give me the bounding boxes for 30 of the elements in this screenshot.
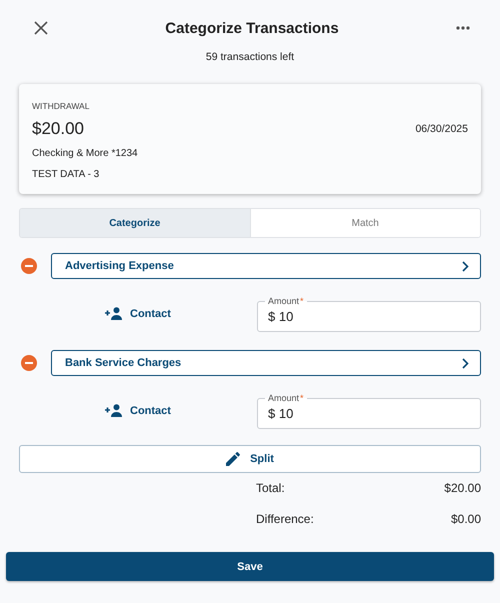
transaction-type: WITHDRAWAL [32, 101, 90, 111]
add-person-icon [105, 404, 124, 417]
total-label: Total: [256, 481, 285, 495]
contact-button[interactable]: Contact [105, 307, 171, 320]
total-label: Difference: [256, 512, 314, 526]
remove-icon[interactable] [21, 258, 37, 274]
total-value: $20.00 [444, 481, 481, 495]
pencil-icon [226, 452, 240, 466]
transaction-description: TEST DATA - 3 [32, 169, 100, 180]
tab[interactable]: Match [250, 209, 480, 237]
transaction-date: 06/30/2025 [415, 123, 468, 135]
category-select[interactable]: Advertising Expense [51, 253, 481, 279]
remove-icon[interactable] [21, 355, 37, 371]
chevron-icon [462, 260, 469, 272]
close-icon[interactable] [34, 21, 48, 35]
field-label: Amount* [265, 295, 307, 307]
dialog-title: Categorize Transactions [165, 20, 339, 36]
tab[interactable]: Categorize [20, 209, 250, 237]
save-button[interactable]: Save [6, 552, 494, 581]
total-value: $0.00 [450, 512, 481, 526]
more-icon[interactable] [456, 26, 470, 30]
account-name: Checking & More *1234 [32, 148, 139, 159]
field-label: Amount* [265, 392, 307, 404]
remaining-count: 59 transactions left [204, 51, 296, 63]
contact-button[interactable]: Contact [105, 404, 171, 417]
transaction-amount: $20.00 [32, 119, 84, 139]
category-select[interactable]: Bank Service Charges [51, 350, 481, 376]
chevron-icon [462, 358, 469, 368]
split-button[interactable]: Split [19, 445, 481, 473]
add-person-icon [105, 307, 124, 320]
